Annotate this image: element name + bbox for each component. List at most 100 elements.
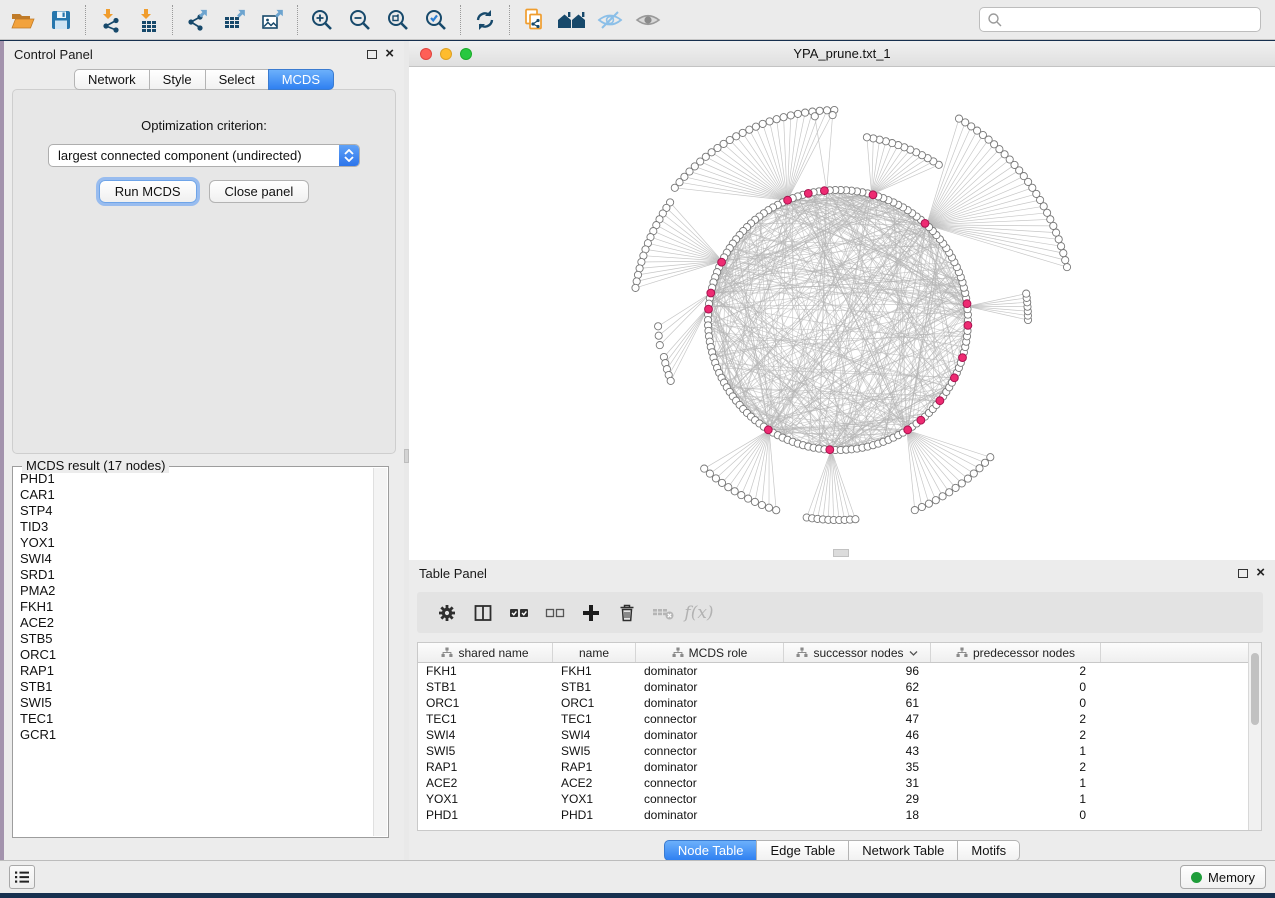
cell-MCDS-role[interactable]: connector bbox=[636, 712, 784, 726]
cell-shared-name[interactable]: SWI4 bbox=[418, 728, 553, 742]
column-header-MCDS-role[interactable]: MCDS role bbox=[636, 643, 784, 662]
table-scrollbar-thumb[interactable] bbox=[1251, 653, 1259, 725]
zoom-in-button[interactable] bbox=[303, 3, 341, 37]
tab-select[interactable]: Select bbox=[205, 69, 269, 90]
cell-predecessor-nodes[interactable]: 1 bbox=[931, 776, 1101, 790]
mcds-result-item[interactable]: ACE2 bbox=[14, 615, 373, 631]
mcds-result-item[interactable]: ORC1 bbox=[14, 647, 373, 663]
function-builder-button[interactable]: f(x) bbox=[681, 596, 717, 630]
mcds-result-item[interactable]: STB5 bbox=[14, 631, 373, 647]
cell-predecessor-nodes[interactable]: 1 bbox=[931, 792, 1101, 806]
cell-predecessor-nodes[interactable]: 2 bbox=[931, 664, 1101, 678]
table-options-button[interactable] bbox=[429, 596, 465, 630]
close-panel-button[interactable]: Close panel bbox=[209, 180, 310, 203]
cell-name[interactable]: FKH1 bbox=[553, 664, 636, 678]
tab-network-table[interactable]: Network Table bbox=[848, 840, 958, 861]
clone-network-button[interactable] bbox=[515, 3, 553, 37]
export-image-button[interactable] bbox=[254, 3, 292, 37]
table-scrollbar[interactable] bbox=[1248, 643, 1261, 830]
mcds-result-item[interactable]: TID3 bbox=[14, 519, 373, 535]
table-row[interactable]: ORC1ORC1dominator610 bbox=[418, 695, 1261, 711]
cell-name[interactable]: ACE2 bbox=[553, 776, 636, 790]
cell-MCDS-role[interactable]: connector bbox=[636, 744, 784, 758]
cell-MCDS-role[interactable]: dominator bbox=[636, 728, 784, 742]
cell-successor-nodes[interactable]: 96 bbox=[784, 664, 931, 678]
cell-successor-nodes[interactable]: 18 bbox=[784, 808, 931, 822]
cell-predecessor-nodes[interactable]: 0 bbox=[931, 680, 1101, 694]
select-all-button[interactable] bbox=[501, 596, 537, 630]
cell-predecessor-nodes[interactable]: 2 bbox=[931, 728, 1101, 742]
close-panel-icon[interactable]: × bbox=[385, 49, 394, 59]
tab-motifs[interactable]: Motifs bbox=[957, 840, 1020, 861]
cell-successor-nodes[interactable]: 61 bbox=[784, 696, 931, 710]
cell-predecessor-nodes[interactable]: 1 bbox=[931, 744, 1101, 758]
table-row[interactable]: SWI5SWI5connector431 bbox=[418, 743, 1261, 759]
float-panel-icon[interactable] bbox=[367, 50, 377, 59]
mcds-result-item[interactable]: SWI5 bbox=[14, 695, 373, 711]
export-network-button[interactable] bbox=[178, 3, 216, 37]
refresh-view-button[interactable] bbox=[466, 3, 504, 37]
mcds-result-list[interactable]: PHD1CAR1STP4TID3YOX1SWI4SRD1PMA2FKH1ACE2… bbox=[14, 471, 373, 836]
delete-table-button[interactable] bbox=[645, 596, 681, 630]
column-header-name[interactable]: name bbox=[553, 643, 636, 662]
table-row[interactable]: STB1STB1dominator620 bbox=[418, 679, 1261, 695]
cell-name[interactable]: ORC1 bbox=[553, 696, 636, 710]
tab-mcds[interactable]: MCDS bbox=[268, 69, 334, 90]
cell-predecessor-nodes[interactable]: 0 bbox=[931, 808, 1101, 822]
save-session-button[interactable] bbox=[42, 3, 80, 37]
cell-name[interactable]: TEC1 bbox=[553, 712, 636, 726]
cell-MCDS-role[interactable]: dominator bbox=[636, 664, 784, 678]
mcds-result-item[interactable]: SWI4 bbox=[14, 551, 373, 567]
mcds-result-item[interactable]: STB1 bbox=[14, 679, 373, 695]
cell-successor-nodes[interactable]: 62 bbox=[784, 680, 931, 694]
mcds-result-item[interactable]: STP4 bbox=[14, 503, 373, 519]
cell-shared-name[interactable]: ORC1 bbox=[418, 696, 553, 710]
cell-shared-name[interactable]: RAP1 bbox=[418, 760, 553, 774]
mcds-result-item[interactable]: RAP1 bbox=[14, 663, 373, 679]
cell-shared-name[interactable]: FKH1 bbox=[418, 664, 553, 678]
deselect-all-button[interactable] bbox=[537, 596, 573, 630]
mcds-result-item[interactable]: CAR1 bbox=[14, 487, 373, 503]
memory-button[interactable]: Memory bbox=[1180, 865, 1266, 889]
import-table-button[interactable] bbox=[129, 3, 167, 37]
export-table-button[interactable] bbox=[216, 3, 254, 37]
first-neighbors-button[interactable] bbox=[553, 3, 591, 37]
tab-node-table[interactable]: Node Table bbox=[664, 840, 758, 861]
cell-MCDS-role[interactable]: dominator bbox=[636, 680, 784, 694]
open-session-button[interactable] bbox=[4, 3, 42, 37]
cell-successor-nodes[interactable]: 47 bbox=[784, 712, 931, 726]
cell-MCDS-role[interactable]: connector bbox=[636, 776, 784, 790]
cell-successor-nodes[interactable]: 29 bbox=[784, 792, 931, 806]
tab-edge-table[interactable]: Edge Table bbox=[756, 840, 849, 861]
add-column-button[interactable] bbox=[573, 596, 609, 630]
import-network-button[interactable] bbox=[91, 3, 129, 37]
cell-shared-name[interactable]: STB1 bbox=[418, 680, 553, 694]
hide-selected-button[interactable] bbox=[591, 3, 629, 37]
cell-name[interactable]: RAP1 bbox=[553, 760, 636, 774]
optimization-criterion-select[interactable]: largest connected component (undirected) bbox=[48, 144, 360, 167]
cell-shared-name[interactable]: ACE2 bbox=[418, 776, 553, 790]
cell-predecessor-nodes[interactable]: 2 bbox=[931, 760, 1101, 774]
network-graph[interactable] bbox=[409, 67, 1275, 559]
table-row[interactable]: FKH1FKH1dominator962 bbox=[418, 663, 1261, 679]
column-header-successor-nodes[interactable]: successor nodes bbox=[784, 643, 931, 662]
mcds-result-item[interactable]: PHD1 bbox=[14, 471, 373, 487]
cell-name[interactable]: YOX1 bbox=[553, 792, 636, 806]
table-row[interactable]: TEC1TEC1connector472 bbox=[418, 711, 1261, 727]
cell-predecessor-nodes[interactable]: 2 bbox=[931, 712, 1101, 726]
cell-MCDS-role[interactable]: dominator bbox=[636, 808, 784, 822]
mcds-result-item[interactable]: FKH1 bbox=[14, 599, 373, 615]
table-row[interactable]: PHD1PHD1dominator180 bbox=[418, 807, 1261, 823]
zoom-out-button[interactable] bbox=[341, 3, 379, 37]
tab-network[interactable]: Network bbox=[74, 69, 150, 90]
network-canvas[interactable] bbox=[409, 67, 1275, 559]
cell-MCDS-role[interactable]: connector bbox=[636, 792, 784, 806]
mcds-result-item[interactable]: GCR1 bbox=[14, 727, 373, 743]
zoom-fit-button[interactable] bbox=[379, 3, 417, 37]
cell-successor-nodes[interactable]: 31 bbox=[784, 776, 931, 790]
cell-successor-nodes[interactable]: 46 bbox=[784, 728, 931, 742]
mcds-result-item[interactable]: YOX1 bbox=[14, 535, 373, 551]
search-box[interactable] bbox=[979, 7, 1261, 32]
cell-shared-name[interactable]: TEC1 bbox=[418, 712, 553, 726]
cell-successor-nodes[interactable]: 35 bbox=[784, 760, 931, 774]
